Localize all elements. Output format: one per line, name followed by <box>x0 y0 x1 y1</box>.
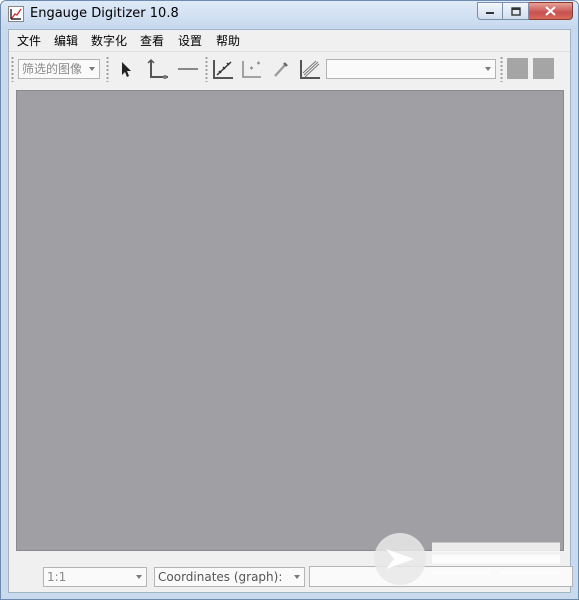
close-icon <box>545 6 556 16</box>
app-window: Engauge Digitizer 10.8 文件 编辑 数字化 查看 设置 帮… <box>0 0 579 600</box>
checklist-guide-button[interactable] <box>507 58 528 79</box>
menu-file[interactable]: 文件 <box>17 32 41 49</box>
scale-bar-icon <box>178 68 198 70</box>
app-icon <box>8 6 24 22</box>
axis-point-icon <box>147 58 168 79</box>
window-controls <box>477 2 573 20</box>
point-match-tool-button[interactable] <box>240 57 264 81</box>
main-area: 文件 编辑 数字化 查看 设置 帮助 筛选的图像 1:1 Coordinates… <box>8 29 573 593</box>
zoom-value: 1:1 <box>47 570 67 584</box>
toolbar-grip[interactable] <box>11 56 14 82</box>
toolbar: 筛选的图像 <box>9 51 570 86</box>
point-match-icon <box>242 61 261 78</box>
menu-digitize[interactable]: 数字化 <box>91 32 127 49</box>
curve-point-tool-button[interactable] <box>211 57 235 81</box>
close-button[interactable] <box>529 2 573 20</box>
color-picker-tool-button[interactable] <box>269 57 293 81</box>
maximize-button[interactable] <box>503 2 529 20</box>
toolbar-grip[interactable] <box>205 56 208 82</box>
menu-edit[interactable]: 编辑 <box>54 32 78 49</box>
chevron-down-icon <box>89 67 95 71</box>
geometry-window-button[interactable] <box>533 58 554 79</box>
title-bar[interactable]: Engauge Digitizer 10.8 <box>1 1 578 29</box>
segment-fill-tool-button[interactable] <box>298 57 322 81</box>
filter-image-combo-value: 筛选的图像 <box>22 62 83 76</box>
window-title: Engauge Digitizer 10.8 <box>30 6 179 21</box>
toolbar-grip[interactable] <box>500 56 503 82</box>
coordinates-combo[interactable]: Coordinates (graph): <box>154 567 305 587</box>
color-picker-icon <box>274 62 288 77</box>
maximize-icon <box>510 6 521 16</box>
toolbar-grip[interactable] <box>106 56 109 82</box>
curve-point-icon <box>213 60 233 79</box>
site-watermark <box>374 533 560 585</box>
menu-view[interactable]: 查看 <box>140 32 164 49</box>
select-tool-button[interactable] <box>114 57 138 81</box>
digitizer-canvas[interactable] <box>16 90 564 551</box>
menu-bar: 文件 编辑 数字化 查看 设置 帮助 <box>9 30 570 50</box>
axis-point-tool-button[interactable] <box>146 57 170 81</box>
segment-fill-icon <box>300 60 320 79</box>
scale-bar-tool-button[interactable] <box>176 57 200 81</box>
menu-help[interactable]: 帮助 <box>216 32 240 49</box>
filter-image-combo[interactable]: 筛选的图像 <box>18 59 100 79</box>
chevron-down-icon <box>294 575 300 579</box>
minimize-icon <box>486 12 494 14</box>
minimize-button[interactable] <box>477 2 503 20</box>
zoom-combo[interactable]: 1:1 <box>43 567 147 587</box>
menu-settings[interactable]: 设置 <box>178 32 202 49</box>
chevron-down-icon <box>136 575 142 579</box>
chevron-down-icon <box>485 67 491 71</box>
coordinates-label: Coordinates (graph): <box>158 570 283 584</box>
curve-combo[interactable] <box>326 59 496 79</box>
select-arrow-icon <box>122 62 131 77</box>
